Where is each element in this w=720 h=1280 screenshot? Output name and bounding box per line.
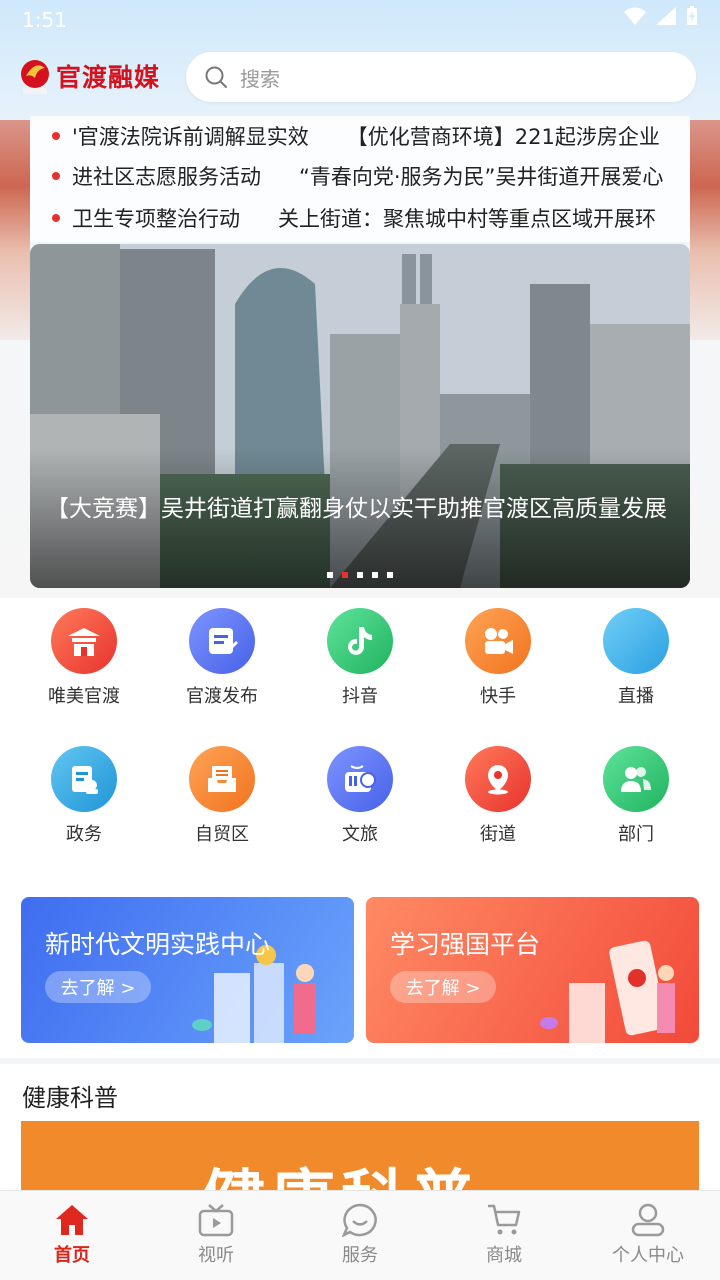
promo-card-civilization[interactable]: 新时代文明实践中心 去了解 > <box>21 897 354 1043</box>
search-input[interactable]: 搜索 <box>186 52 696 102</box>
grid-item-label: 直播 <box>618 686 654 707</box>
tab-video[interactable]: 视听 <box>144 1191 288 1280</box>
grid-item-label: 街道 <box>480 824 516 845</box>
signal-icon <box>656 7 676 25</box>
xuexi-illustration <box>540 940 675 1043</box>
function-grid: 唯美官渡 官渡发布 抖音 快手 直播 政务 自贸区 文旅 街道 部门 <box>0 598 720 848</box>
wifi-icon <box>624 7 646 25</box>
location-icon <box>465 746 531 812</box>
grid-item-douyin[interactable]: 抖音 <box>291 598 429 708</box>
tiktok-icon <box>327 608 393 674</box>
ticker-item[interactable]: 卫生专项整治行动 <box>72 203 240 233</box>
promo-cards: 新时代文明实践中心 去了解 > 学习强国平台 去了解 > <box>0 878 720 1058</box>
ticker-row[interactable]: '官渡法院诉前调解显实效 【优化营商环境】221起涉房企业 <box>30 116 660 156</box>
search-icon <box>205 66 227 88</box>
tab-label: 首页 <box>54 1245 90 1266</box>
section-title: 健康科普 <box>22 1084 118 1112</box>
grid-item-weimei-guandu[interactable]: 唯美官渡 <box>15 598 153 708</box>
grid-item-label: 抖音 <box>342 686 378 707</box>
pagination-dot[interactable] <box>327 572 333 578</box>
pavilion-icon <box>51 608 117 674</box>
people-icon <box>603 746 669 812</box>
grid-item-jiedao[interactable]: 街道 <box>429 736 567 846</box>
ticker-row[interactable]: 进社区志愿服务活动 “青春向党·服务为民”吴井街道开展爱心 <box>30 156 663 196</box>
pagination-dot-active[interactable] <box>342 572 348 578</box>
section-spacer <box>0 848 720 878</box>
ticker-item[interactable]: “青春向党·服务为民”吴井街道开展爱心 <box>299 161 663 191</box>
app-header: 官渡融媒 搜索 <box>0 46 720 110</box>
pagination-dot[interactable] <box>372 572 378 578</box>
ticker-item[interactable]: 关上街道：聚焦城中村等重点区域开展环 <box>278 203 656 233</box>
news-ticker: '官渡法院诉前调解显实效 【优化营商环境】221起涉房企业 进社区志愿服务活动 … <box>30 116 690 242</box>
grid-item-zhibo[interactable]: 直播 <box>567 598 705 708</box>
ticker-item[interactable]: 进社区志愿服务活动 <box>72 161 261 191</box>
inbox-icon <box>189 746 255 812</box>
phoenix-logo-icon <box>21 60 49 94</box>
status-icons <box>624 6 698 26</box>
app-logo-text: 官渡融媒 <box>56 63 161 92</box>
grid-item-guandu-fabu[interactable]: 官渡发布 <box>153 598 291 708</box>
live-icon <box>603 608 669 674</box>
bullet-dot <box>52 132 60 140</box>
tab-home[interactable]: 首页 <box>0 1191 144 1280</box>
gov-doc-icon <box>51 746 117 812</box>
pagination-dot[interactable] <box>357 572 363 578</box>
bullet-dot <box>52 214 60 222</box>
cart-icon <box>488 1204 521 1235</box>
grid-item-label: 自贸区 <box>195 824 249 845</box>
health-banner[interactable]: 健康科普 <box>21 1121 699 1201</box>
learn-more-button[interactable]: 去了解 > <box>45 971 151 1003</box>
promo-title: 新时代文明实践中心 <box>45 930 271 959</box>
radio-icon <box>327 746 393 812</box>
status-time: 1:51 <box>22 8 67 32</box>
bottom-tab-bar: 首页 视听 服务 商城 个人中心 <box>0 1190 720 1280</box>
tab-mall[interactable]: 商城 <box>432 1191 576 1280</box>
grid-item-wenlv[interactable]: 文旅 <box>291 736 429 846</box>
learn-more-button[interactable]: 去了解 > <box>390 971 496 1003</box>
grid-item-label: 唯美官渡 <box>48 686 120 707</box>
ticker-row[interactable]: 卫生专项整治行动 关上街道：聚焦城中村等重点区域开展环 <box>30 198 656 238</box>
banner-pagination <box>30 572 690 578</box>
grid-item-label: 文旅 <box>342 824 378 845</box>
side-decoration-left <box>0 120 30 340</box>
bullet-dot <box>52 172 60 180</box>
home-icon <box>56 1205 88 1235</box>
grid-item-label: 部门 <box>618 824 654 845</box>
document-edit-icon <box>189 608 255 674</box>
grid-item-kuaishou[interactable]: 快手 <box>429 598 567 708</box>
tab-label: 商城 <box>486 1245 522 1266</box>
pagination-dot[interactable] <box>387 572 393 578</box>
user-icon <box>631 1203 665 1237</box>
search-placeholder: 搜索 <box>240 66 280 91</box>
chat-smile-icon <box>342 1203 377 1237</box>
tv-icon <box>198 1204 234 1237</box>
kuaishou-icon <box>465 608 531 674</box>
grid-item-label: 快手 <box>480 686 516 707</box>
tab-service[interactable]: 服务 <box>288 1191 432 1280</box>
tab-label: 个人中心 <box>612 1245 684 1266</box>
promo-card-xuexi-qiangguo[interactable]: 学习强国平台 去了解 > <box>366 897 699 1043</box>
hero-banner[interactable]: 【大竞赛】吴井街道打赢翻身仗以实干助推官渡区高质量发展 <box>30 244 690 588</box>
health-section: 健康科普 健康科普 <box>0 1064 720 1201</box>
tab-label: 视听 <box>198 1245 234 1266</box>
battery-icon <box>687 6 697 25</box>
side-decoration-right <box>690 120 720 340</box>
tab-label: 服务 <box>342 1245 378 1266</box>
grid-item-label: 官渡发布 <box>186 686 258 707</box>
grid-item-zimaoqu[interactable]: 自贸区 <box>153 736 291 846</box>
tab-profile[interactable]: 个人中心 <box>576 1191 720 1280</box>
grid-item-label: 政务 <box>66 824 102 845</box>
status-bar: 1:51 <box>0 0 720 38</box>
promo-title: 学习强国平台 <box>390 930 541 959</box>
ticker-item[interactable]: '官渡法院诉前调解显实效 <box>72 121 309 151</box>
app-logo[interactable]: 官渡融媒 <box>18 56 160 96</box>
ticker-item[interactable]: 【优化营商环境】221起涉房企业 <box>347 121 660 151</box>
grid-item-bumen[interactable]: 部门 <box>567 736 705 846</box>
grid-item-zhengwu[interactable]: 政务 <box>15 736 153 846</box>
banner-caption[interactable]: 【大竞赛】吴井街道打赢翻身仗以实干助推官渡区高质量发展 <box>46 494 674 525</box>
